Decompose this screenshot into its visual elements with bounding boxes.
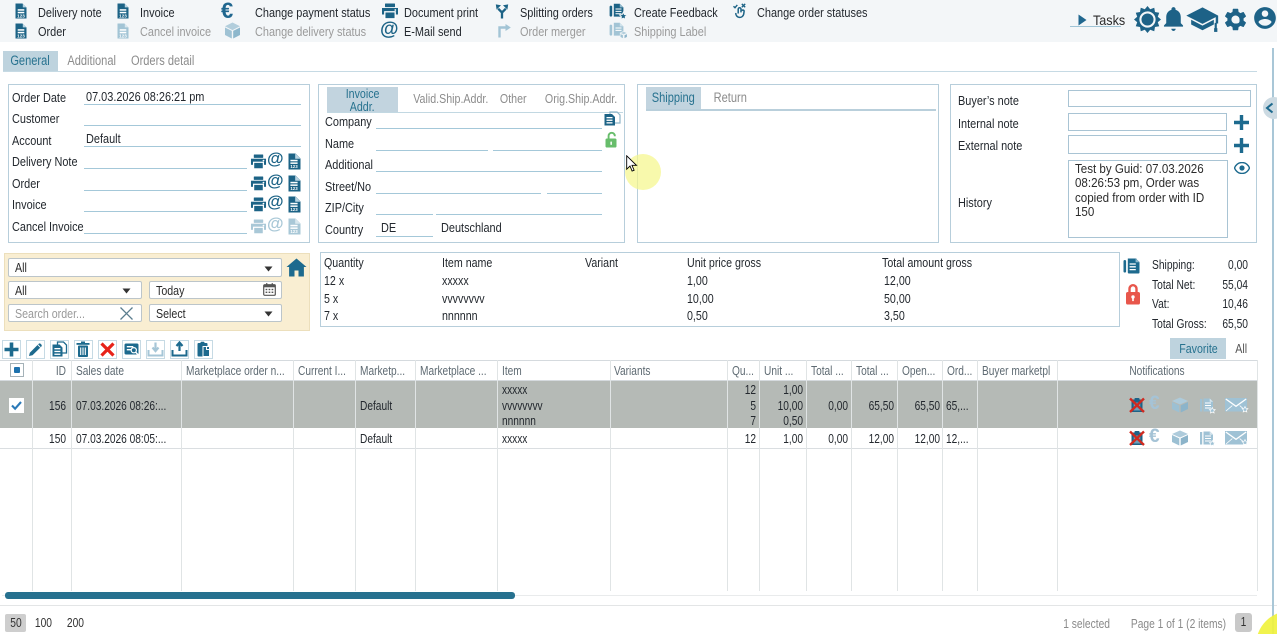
svg-text:123: 123: [290, 229, 298, 234]
svg-text:123: 123: [290, 207, 298, 212]
svg-text:123: 123: [17, 13, 25, 18]
svg-text:123: 123: [119, 33, 127, 38]
svg-text:123: 123: [119, 13, 127, 18]
svg-text:123: 123: [17, 33, 25, 38]
svg-text:123: 123: [290, 164, 298, 169]
svg-text:123: 123: [290, 186, 298, 191]
